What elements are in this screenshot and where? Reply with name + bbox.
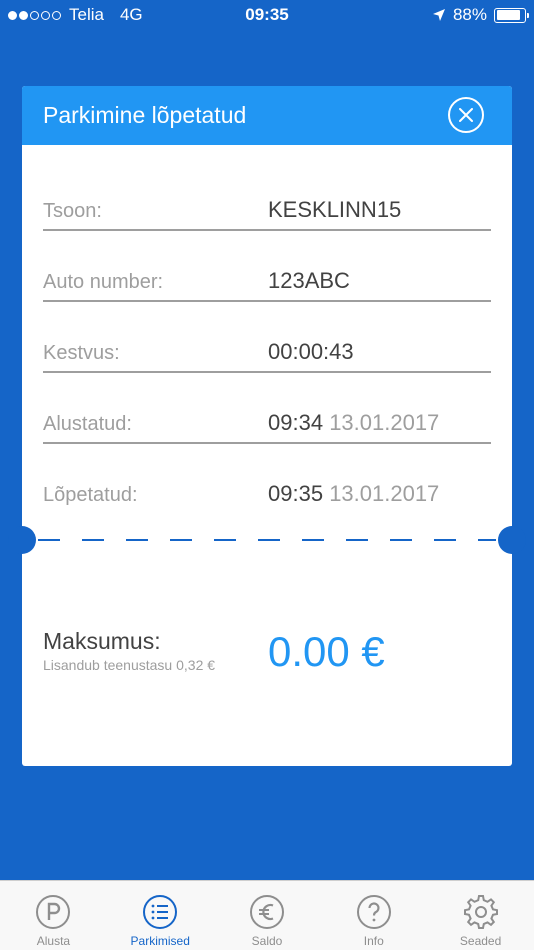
gear-icon <box>463 895 498 929</box>
ticket-notch-right <box>498 526 526 554</box>
row-started: Alustatud: 09:34 13.01.2017 <box>43 394 491 465</box>
close-button[interactable] <box>448 97 484 133</box>
carrier-name: Telia <box>69 5 104 24</box>
total-amount: 0.00 € <box>268 628 385 675</box>
ended-time: 09:35 <box>268 481 324 506</box>
tab-bar: Alusta Parkimised Saldo Info Seaded <box>0 880 534 950</box>
ended-date: 13.01.2017 <box>329 481 440 506</box>
total-label: Maksumus: <box>43 628 161 654</box>
network-type: 4G <box>119 5 143 24</box>
list-icon <box>143 895 178 929</box>
perforation-line <box>38 539 496 541</box>
tab-label-saldo: Saldo <box>251 934 283 948</box>
ended-label: Lõpetatud: <box>43 484 138 506</box>
parking-summary-card: Parkimine lõpetatud Tsoon: KESKLINN15 Au… <box>8 86 526 766</box>
euro-icon <box>249 895 284 929</box>
car-number-label: Auto number: <box>43 271 164 293</box>
battery-percent: 88% <box>452 5 487 24</box>
card-title: Parkimine lõpetatud <box>43 102 247 128</box>
status-right: 88% <box>432 5 529 25</box>
started-time: 09:34 <box>268 410 324 435</box>
parking-icon <box>36 895 71 929</box>
tab-saldo[interactable]: Saldo <box>214 881 321 950</box>
row-duration: Kestvus: 00:00:43 <box>43 323 491 394</box>
started-label: Alustatud: <box>43 413 132 435</box>
tab-parkimised[interactable]: Parkimised <box>107 881 214 950</box>
row-zone: Tsoon: KESKLINN15 <box>43 181 491 252</box>
close-icon <box>459 108 473 122</box>
row-ended: Lõpetatud: 09:35 13.01.2017 <box>43 465 491 536</box>
started-value: 09:34 13.01.2017 <box>268 410 439 436</box>
question-icon <box>356 895 391 929</box>
service-fee-note: Lisandub teenustasu 0,32 € <box>43 657 216 673</box>
tab-alusta[interactable]: Alusta <box>0 881 107 950</box>
battery-icon <box>494 7 529 23</box>
tab-seaded[interactable]: Seaded <box>427 881 534 950</box>
status-bar: Telia 4G 09:35 88% <box>0 0 534 30</box>
tab-label-alusta: Alusta <box>36 934 71 948</box>
duration-value: 00:00:43 <box>268 339 354 364</box>
tab-label-seaded: Seaded <box>459 934 502 948</box>
battery-fill <box>496 10 521 20</box>
row-car-number: Auto number: 123ABC <box>43 252 491 323</box>
signal-strength-icon <box>8 10 61 20</box>
ticket-notch-left <box>8 526 36 554</box>
status-left: Telia 4G <box>8 5 143 25</box>
tab-label-parkimised: Parkimised <box>130 934 190 948</box>
card-header: Parkimine lõpetatud <box>22 86 512 145</box>
ended-value: 09:35 13.01.2017 <box>268 481 439 507</box>
tab-label-info: Info <box>363 934 384 948</box>
duration-label: Kestvus: <box>43 342 120 364</box>
details-list: Tsoon: KESKLINN15 Auto number: 123ABC Ke… <box>43 181 491 536</box>
started-date: 13.01.2017 <box>329 410 440 435</box>
car-number-value: 123ABC <box>268 268 350 293</box>
tab-info[interactable]: Info <box>320 881 427 950</box>
location-arrow-icon <box>432 9 445 21</box>
zone-label: Tsoon: <box>43 200 102 222</box>
zone-value: KESKLINN15 <box>268 197 402 222</box>
